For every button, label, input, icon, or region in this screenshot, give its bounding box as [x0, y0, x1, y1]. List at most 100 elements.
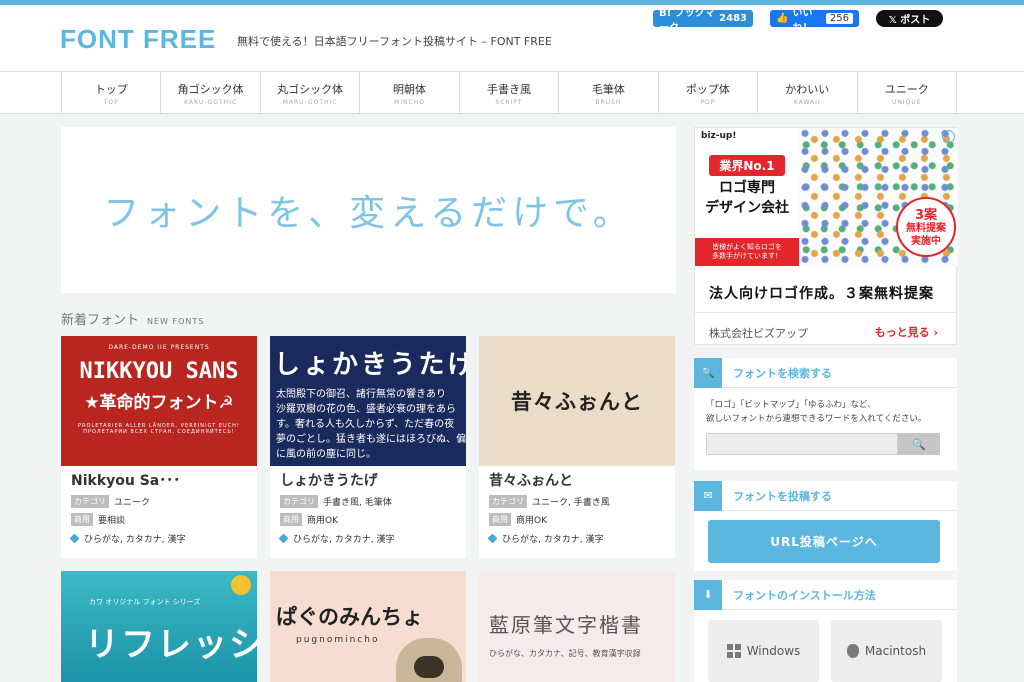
- category-label: カテゴリ: [71, 495, 109, 508]
- commercial-value: 商用OK: [516, 516, 547, 526]
- facebook-like-button[interactable]: 👍 いいね！ 256: [770, 8, 859, 34]
- font-tags-row: ひらがな, カタカナ, 漢字: [270, 532, 466, 545]
- thumb-text: す。奢れる人も久しからず、ただ春の夜: [276, 419, 455, 430]
- category-label: カテゴリ: [489, 495, 527, 508]
- font-title[interactable]: Nikkyou Sa･･･: [61, 466, 257, 490]
- font-card[interactable]: しょかきうたげ 太閤殿下の御召、諸行無常の響きあり 沙羅双樹の花の色、盛者必衰の…: [270, 336, 466, 558]
- ad-logo-line: ロゴ専門: [719, 180, 775, 196]
- font-thumbnail[interactable]: カワ オリジナル フォント シリーズ リフレッシュ: [61, 571, 257, 682]
- font-category-row: カテゴリ 手書き風, 毛筆体: [270, 495, 466, 508]
- search-input[interactable]: [706, 433, 898, 455]
- nav-sublabel: KAWAII: [793, 99, 821, 106]
- thumb-text-block: 太閤殿下の御召、諸行無常の響きあり 沙羅双樹の花の色、盛者必衰の理をあら す。奢…: [270, 381, 466, 462]
- search-description: 「ロゴ」「ビットマップ」「ゆるふわ」など、 欲しいフォントから連想できるワードを…: [694, 388, 957, 426]
- font-card[interactable]: カワ オリジナル フォント シリーズ リフレッシュ: [61, 571, 257, 682]
- thumb-text: に風の前の塵に同じ。: [276, 449, 376, 460]
- thumb-text: 藍原筆文字楷書: [489, 613, 643, 637]
- ad-logo-copy: ロゴ専門 デザイン会社: [695, 178, 799, 218]
- nav-item-mincho[interactable]: 明朝体 MINCHO: [360, 72, 460, 113]
- x-post-button[interactable]: 𝕏 ポスト: [876, 10, 943, 27]
- ad-offer-line: 3案: [914, 208, 938, 223]
- font-thumbnail[interactable]: DARE-DEMO IIE PRESENTS NIKKYOU SANS ★革命的…: [61, 336, 257, 466]
- font-title[interactable]: しょかきうたげ: [270, 466, 466, 490]
- site-logo[interactable]: FONT FREE: [60, 24, 216, 55]
- nav-item-unique[interactable]: ユニーク UNIQUE: [858, 72, 957, 113]
- nav-label: ポップ体: [685, 83, 730, 96]
- hatena-bookmark-button[interactable]: B! ブックマーク 2483: [653, 8, 753, 34]
- windows-install-button[interactable]: Windows: [708, 620, 819, 682]
- hero-banner[interactable]: フォントを、変えるだけで。: [61, 127, 676, 293]
- nav-label: 手書き風: [486, 83, 531, 96]
- search-icon: 🔍: [912, 437, 926, 451]
- font-card[interactable]: 藍原筆文字楷書 ひらがな、カタカナ、記号、教育漢字収録: [479, 571, 675, 682]
- nav-item-pop[interactable]: ポップ体 POP: [659, 72, 759, 113]
- thumb-text: リフレッシュ: [85, 625, 257, 665]
- font-card[interactable]: 昔々ふぉんと 昔々ふぉんと カテゴリ ユニーク, 手書き風 商用 商用OK ひらがな…: [479, 336, 675, 558]
- font-card[interactable]: DARE-DEMO IIE PRESENTS NIKKYOU SANS ★革命的…: [61, 336, 257, 558]
- tags-value[interactable]: ひらがな, カタカナ, 漢字: [502, 532, 603, 545]
- sidebar-ad[interactable]: biz-up! 業界No.1 ロゴ専門 デザイン会社 皆様がよく知るロゴを 多数…: [694, 127, 958, 345]
- widget-title: フォントを投稿する: [733, 489, 832, 503]
- thumb-text: しょかきうたげ: [274, 350, 466, 380]
- tags-value[interactable]: ひらがな, カタカナ, 漢字: [293, 532, 394, 545]
- tag-icon: [487, 533, 498, 544]
- nav-item-kawaii[interactable]: かわいい KAWAII: [758, 72, 858, 113]
- ad-headline[interactable]: 法人向けロゴ作成。３案無料提案: [709, 283, 934, 303]
- tags-value[interactable]: ひらがな, カタカナ, 漢字: [84, 532, 185, 545]
- category-label: カテゴリ: [280, 495, 318, 508]
- nav-sublabel: POP: [700, 99, 716, 106]
- nav-item-top[interactable]: トップ TOP: [62, 72, 162, 113]
- thumb-text: ★革命的フォント☭: [84, 393, 234, 413]
- mac-install-button[interactable]: Macintosh: [831, 620, 942, 682]
- thumb-text: ひらがな、カタカナ、記号、教育漢字収録: [489, 649, 641, 658]
- nav-item-kaku-gothic[interactable]: 角ゴシック体 KAKU-GOTHIC: [161, 72, 261, 113]
- font-card[interactable]: ぱぐのみんちょ pugnomincho: [270, 571, 466, 682]
- font-title[interactable]: 昔々ふぉんと: [479, 466, 675, 490]
- thumb-text: カワ オリジナル フォント シリーズ: [89, 598, 201, 606]
- font-thumbnail[interactable]: 昔々ふぉんと: [479, 336, 675, 466]
- search-description-line: 欲しいフォントから連想できるワードを入れてください。: [706, 414, 927, 424]
- ad-no1-badge: 業界No.1: [709, 155, 785, 176]
- search-submit-button[interactable]: 🔍: [898, 433, 940, 455]
- font-category-row: カテゴリ ユニーク: [61, 495, 257, 508]
- category-nav: トップ TOP 角ゴシック体 KAKU-GOTHIC 丸ゴシック体 MARU-GOTH…: [0, 71, 1024, 114]
- ad-red-line: 皆様がよく知るロゴを: [712, 243, 782, 251]
- ad-info-icon[interactable]: i: [942, 130, 955, 143]
- commercial-label: 商用: [71, 513, 93, 526]
- hatena-bookmark-label: B! ブックマーク: [659, 7, 715, 34]
- thumb-text: ぱぐのみんちょ: [276, 605, 423, 629]
- category-value[interactable]: ユニーク, 手書き風: [532, 495, 610, 508]
- nav-item-maru-gothic[interactable]: 丸ゴシック体 MARU-GOTHIC: [261, 72, 361, 113]
- thumb-text: 太閤殿下の御召、諸行無常の響きあり: [276, 389, 446, 400]
- commercial-value: 要相談: [98, 516, 126, 526]
- font-thumbnail[interactable]: 藍原筆文字楷書 ひらがな、カタカナ、記号、教育漢字収録: [479, 571, 675, 682]
- ad-brand: biz-up!: [701, 131, 737, 141]
- site-tagline: 無料で使える！日本語フリーフォント投稿サイト – FONT FREE: [237, 35, 552, 48]
- font-thumbnail[interactable]: ぱぐのみんちょ pugnomincho: [270, 571, 466, 682]
- font-thumbnail[interactable]: しょかきうたげ 太閤殿下の御召、諸行無常の響きあり 沙羅双樹の花の色、盛者必衰の…: [270, 336, 466, 466]
- category-value[interactable]: ユニーク: [114, 495, 150, 508]
- font-commercial-row: 商用 商用OK: [479, 513, 675, 526]
- windows-icon: [726, 644, 741, 658]
- category-value[interactable]: 手書き風, 毛筆体: [323, 495, 392, 508]
- commercial-label: 商用: [489, 513, 511, 526]
- ad-offer-line: 無料提案: [906, 223, 946, 234]
- widget-header: ⬇ フォントのインストール方法: [694, 579, 957, 610]
- hatena-bookmark-count: 2483: [719, 13, 747, 24]
- ad-more-link[interactable]: もっと見る ›: [875, 324, 938, 340]
- ad-banner[interactable]: biz-up! 業界No.1 ロゴ専門 デザイン会社 皆様がよく知るロゴを 多数…: [695, 128, 958, 266]
- nav-sublabel: SCRIPT: [495, 99, 523, 106]
- ad-red-bar: 皆様がよく知るロゴを 多数手がけています！: [695, 238, 799, 266]
- nav-sublabel: BRUSH: [595, 99, 622, 106]
- nav-item-script[interactable]: 手書き風 SCRIPT: [460, 72, 560, 113]
- thumb-text: 昔々ふぉんと: [511, 390, 643, 414]
- nav-item-brush[interactable]: 毛筆体 BRUSH: [559, 72, 659, 113]
- ad-divider: [695, 312, 956, 313]
- apple-icon: [846, 644, 859, 658]
- section-heading-new-fonts: 新着フォント NEW FONTS: [61, 309, 204, 328]
- font-tags-row: ひらがな, カタカナ, 漢字: [479, 532, 675, 545]
- ad-red-line: 多数手がけています！: [712, 252, 782, 260]
- url-post-button[interactable]: URL投稿ページへ: [708, 520, 940, 563]
- nav-sublabel: MINCHO: [394, 99, 425, 106]
- ad-offer-line: 実施中: [911, 236, 941, 247]
